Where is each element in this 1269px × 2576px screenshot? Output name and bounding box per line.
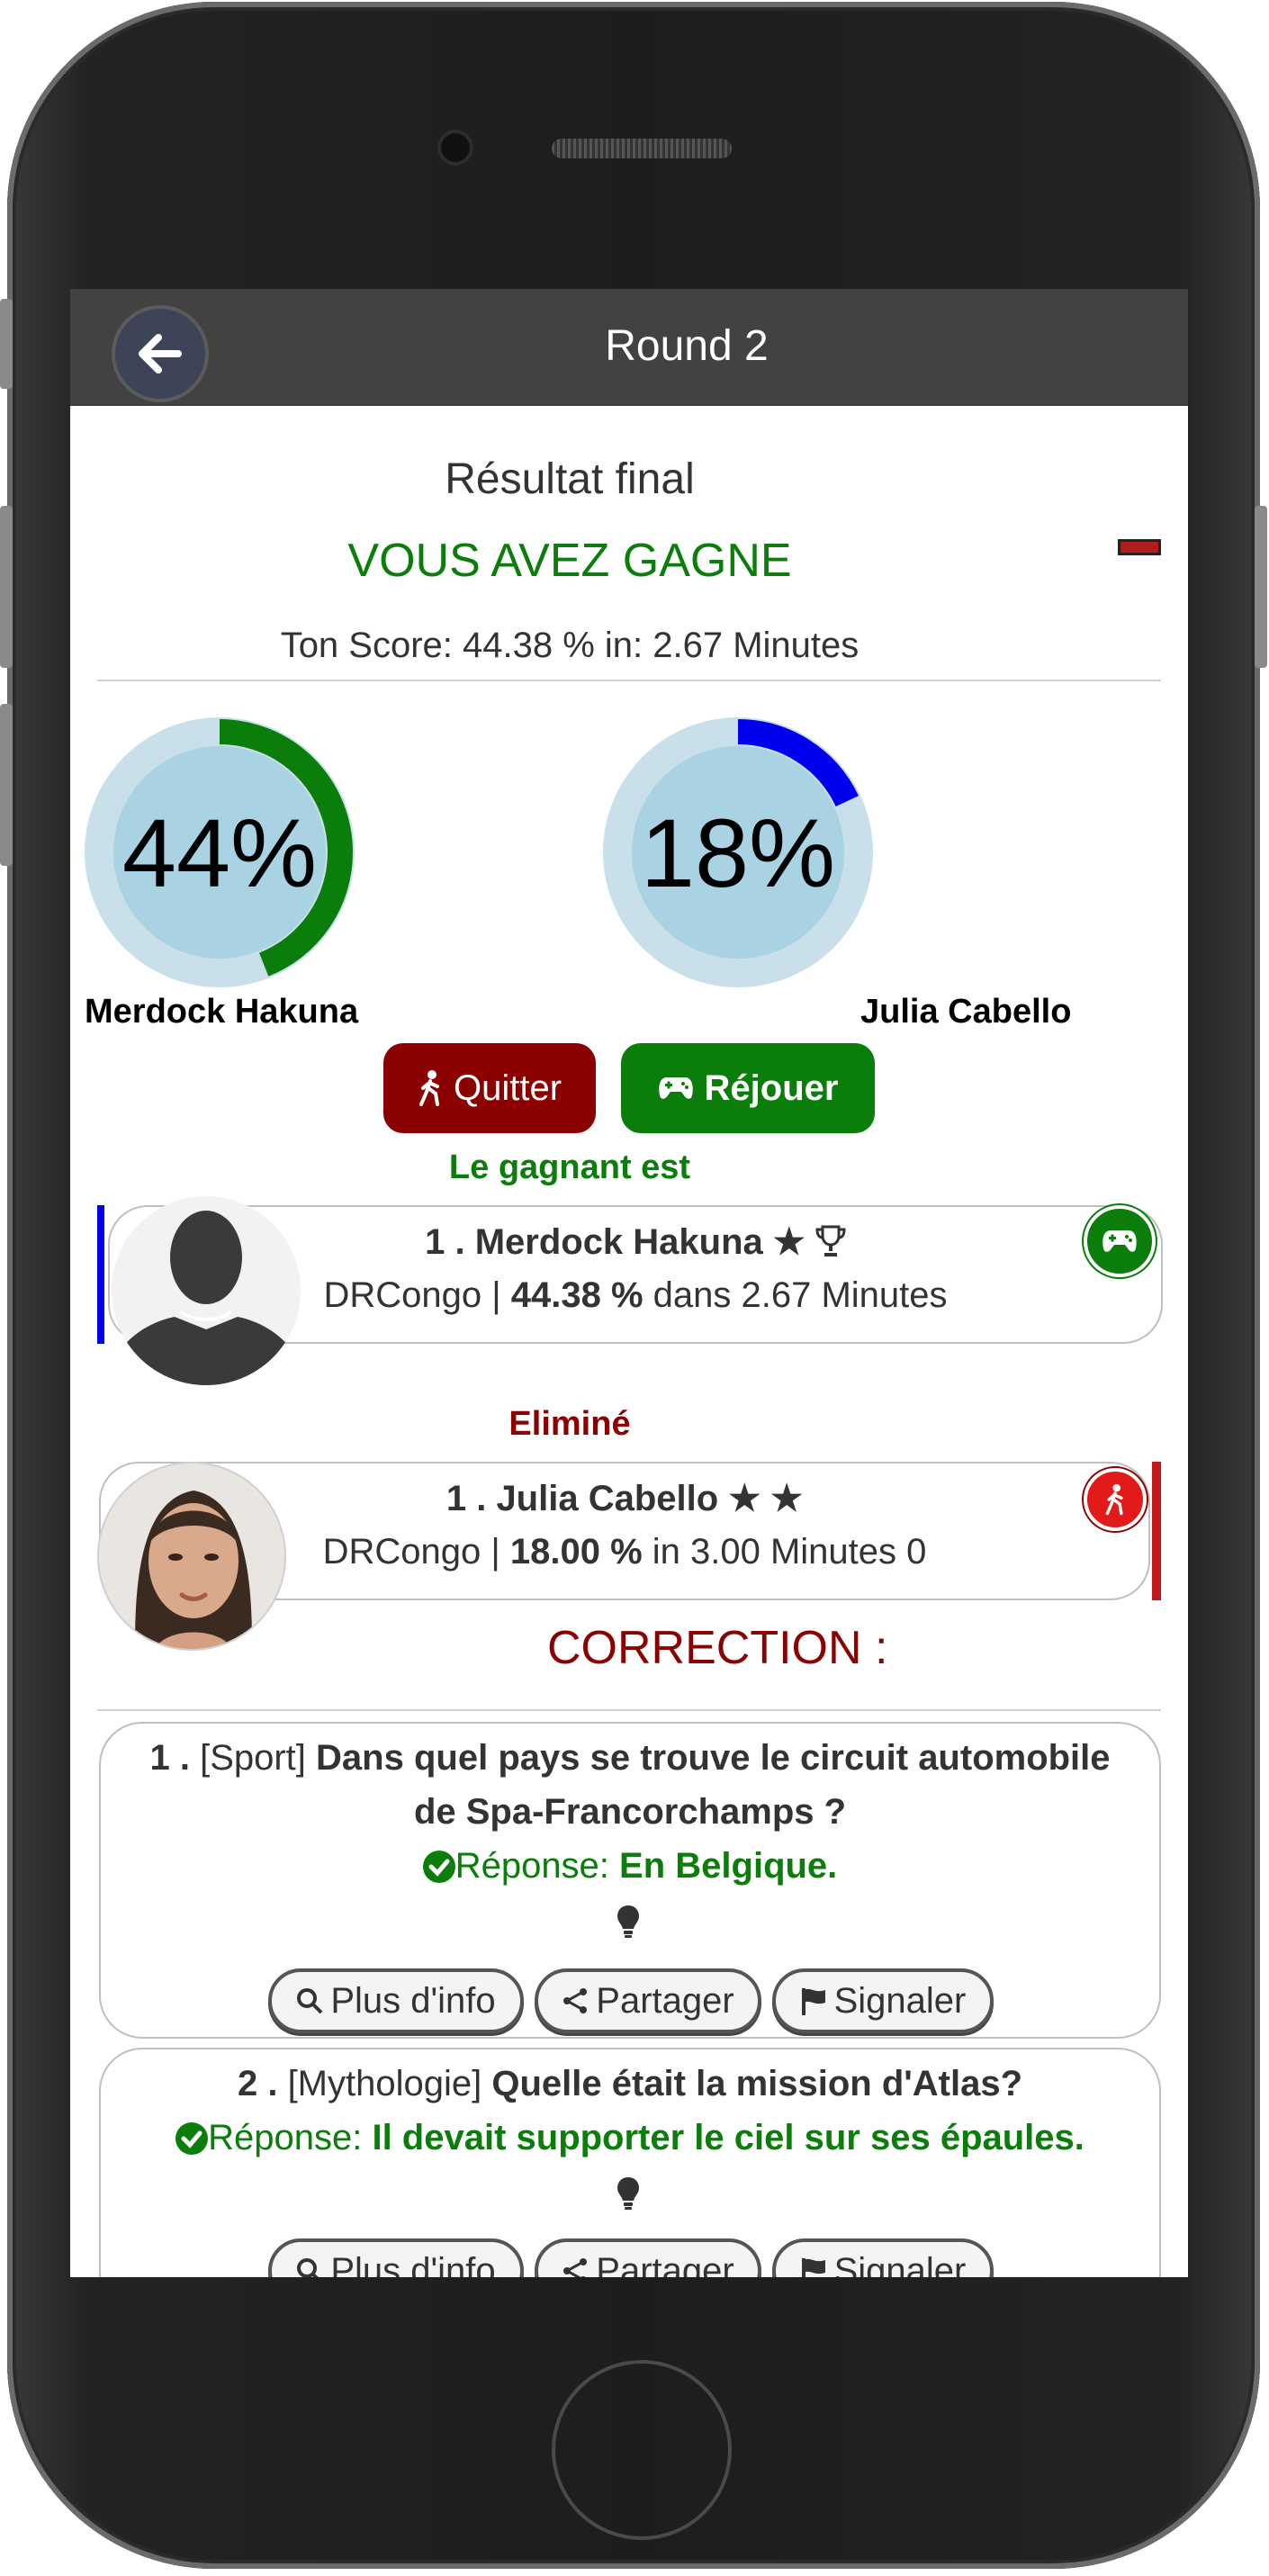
question-text: 2 . [Mythologie] Quelle était la mission… xyxy=(119,2057,1141,2111)
more-info-button[interactable]: Plus d'info xyxy=(268,1968,524,2033)
divider xyxy=(97,680,1161,681)
earpiece-speaker xyxy=(552,139,732,158)
walking-person-icon xyxy=(418,1070,439,1106)
winner-gamepad-badge[interactable] xyxy=(1084,1205,1156,1277)
flag-icon xyxy=(801,1988,825,2015)
eliminated-heading: Eliminé xyxy=(508,1405,631,1443)
check-circle-icon xyxy=(176,2122,209,2155)
front-camera xyxy=(441,133,470,162)
replay-button-label: Réjouer xyxy=(704,1067,839,1108)
player2-percent: 18% xyxy=(640,797,836,907)
winner-heading: Le gagnant est xyxy=(448,1148,691,1186)
winner-avatar xyxy=(112,1196,301,1385)
question-card: 1 . [Sport] Dans quel pays se trouve le … xyxy=(99,1722,1161,2039)
divider xyxy=(97,1709,1161,1711)
report-button[interactable]: Signaler xyxy=(772,1968,994,2033)
answer-text: Il devait supporter le ciel sur ses épau… xyxy=(372,2118,1084,2157)
eliminated-walk-badge[interactable] xyxy=(1084,1468,1147,1531)
player1-name: Merdock Hakuna xyxy=(85,993,359,1031)
report-label: Signaler xyxy=(833,1980,967,2021)
question-line2: de Spa-Francorchamps ? xyxy=(413,1792,847,1832)
star-icon: ★ ★ xyxy=(728,1479,804,1518)
search-icon xyxy=(297,1988,323,2014)
quit-button-label: Quitter xyxy=(453,1067,562,1108)
eliminated-name: Julia Cabello xyxy=(496,1479,719,1518)
share-label: Partager xyxy=(596,1980,734,2021)
share-button[interactable]: Partager xyxy=(535,1968,761,2033)
answer-text: En Belgique. xyxy=(619,1846,838,1886)
app-screen: Round 2 Résultat final VOUS AVEZ GAGNE T… xyxy=(70,289,1188,2277)
minimize-badge[interactable] xyxy=(1118,539,1161,555)
quit-button[interactable]: Quitter xyxy=(383,1043,596,1133)
eliminated-rank: 1 . xyxy=(446,1479,487,1518)
power-button xyxy=(1255,506,1267,668)
player2-name: Julia Cabello xyxy=(860,993,1072,1031)
mute-switch xyxy=(0,299,13,389)
lightbulb-icon xyxy=(616,2175,641,2216)
answer-prefix: Réponse: xyxy=(208,2118,363,2157)
share-button[interactable]: Partager xyxy=(535,2238,761,2277)
question-number: 2 . xyxy=(237,2064,278,2103)
score-line: Ton Score: 44.38 % in: 2.67 Minutes xyxy=(280,626,860,665)
player1-score-ring: 44% xyxy=(85,717,355,987)
volume-up-button xyxy=(0,506,13,668)
winner-rank: 1 . xyxy=(425,1222,465,1262)
winner-name: Merdock Hakuna xyxy=(474,1222,763,1262)
question-category: [Sport] xyxy=(200,1738,306,1778)
gamepad-icon xyxy=(1102,1230,1137,1252)
winner-time: dans 2.67 Minutes xyxy=(652,1275,948,1315)
answer-line: Réponse: Il devait supporter le ciel sur… xyxy=(119,2111,1141,2165)
result-heading: Résultat final xyxy=(445,455,695,503)
walking-person-icon xyxy=(1105,1483,1123,1516)
eliminated-time: in 3.00 Minutes 0 xyxy=(652,1532,927,1572)
flag-icon xyxy=(801,2258,825,2277)
eliminated-indicator-bar xyxy=(1152,1462,1161,1600)
winner-indicator-bar xyxy=(97,1205,104,1344)
question-card: 2 . [Mythologie] Quelle était la mission… xyxy=(99,2048,1161,2277)
winner-score: 44.38 % xyxy=(510,1275,644,1315)
check-circle-icon xyxy=(422,1851,455,1883)
answer-prefix: Réponse: xyxy=(454,1846,609,1886)
player1-percent: 44% xyxy=(122,797,318,907)
top-bar: Round 2 xyxy=(70,289,1188,406)
eliminated-country: DRCongo | xyxy=(322,1532,500,1572)
question-category: [Mythologie] xyxy=(287,2064,482,2103)
page-title: Round 2 xyxy=(605,322,769,370)
question-number: 1 . xyxy=(149,1738,190,1778)
share-icon xyxy=(563,1988,588,2013)
more-info-button[interactable]: Plus d'info xyxy=(268,2238,524,2277)
share-icon xyxy=(563,2258,588,2277)
lightbulb-icon xyxy=(616,1904,641,1944)
gamepad-icon xyxy=(658,1077,693,1099)
question-text: 1 . [Sport] Dans quel pays se trouve le … xyxy=(119,1731,1141,1839)
eliminated-score: 18.00 % xyxy=(509,1532,643,1572)
question-line1: Dans quel pays se trouve le circuit auto… xyxy=(316,1738,1111,1778)
eliminated-avatar xyxy=(97,1462,286,1651)
volume-down-button xyxy=(0,704,13,866)
replay-button[interactable]: Réjouer xyxy=(621,1043,875,1133)
winner-country: DRCongo | xyxy=(323,1275,501,1315)
search-icon xyxy=(297,2258,320,2277)
share-label: Partager xyxy=(596,2250,734,2278)
question-line1: Quelle était la mission d'Atlas? xyxy=(491,2064,1023,2103)
star-icon: ★ xyxy=(772,1222,806,1262)
report-button[interactable]: Signaler xyxy=(772,2238,994,2277)
correction-heading: CORRECTION : xyxy=(547,1622,888,1674)
more-info-label: Plus d'info xyxy=(330,1980,496,2021)
home-button[interactable] xyxy=(552,2360,732,2540)
report-label: Signaler xyxy=(833,2250,967,2278)
answer-line: Réponse: En Belgique. xyxy=(119,1839,1141,1893)
result-status: VOUS AVEZ GAGNE xyxy=(347,535,792,587)
trophy-icon xyxy=(815,1225,846,1256)
more-info-label: Plus d'info xyxy=(330,2250,496,2278)
player2-score-ring: 18% xyxy=(603,717,873,987)
